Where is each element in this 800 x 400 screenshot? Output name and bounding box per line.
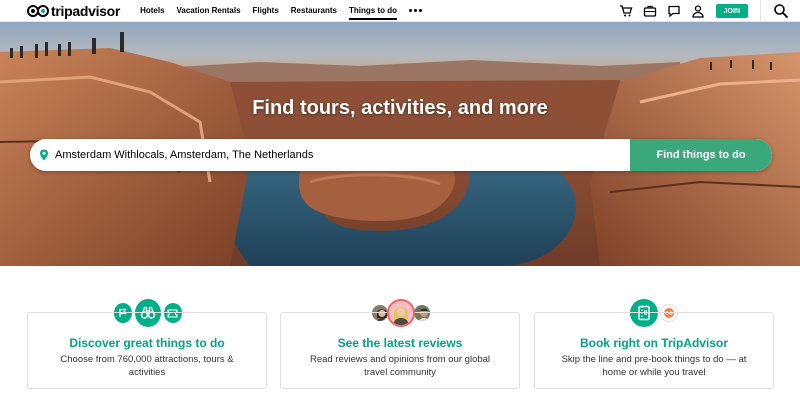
feature-description: Skip the line and pre-book things to do … (561, 354, 747, 378)
header-actions: JOIN (619, 0, 800, 22)
feature-title: Discover great things to do (69, 336, 225, 350)
nav-things-to-do[interactable]: Things to do (343, 0, 403, 22)
feature-description: Read reviews and opinions from our globa… (309, 354, 491, 378)
things-to-do-search-bar[interactable]: Amsterdam Withlocals, Amsterdam, The Net… (30, 139, 772, 171)
top-navigation-bar: tripadvisor Hotels Vacation Rentals Flig… (0, 0, 800, 22)
feature-description: Choose from 760,000 attractions, tours &… (60, 354, 234, 378)
features-section: Discover great things to do Choose from … (0, 266, 800, 400)
search-input[interactable]: Amsterdam Withlocals, Amsterdam, The Net… (55, 149, 630, 161)
nav-flights[interactable]: Flights (247, 0, 285, 22)
hero-banner: Find tours, activities, and more Amsterd… (0, 22, 800, 266)
tripadvisor-logo[interactable]: tripadvisor (27, 0, 120, 22)
header-search-button[interactable] (760, 0, 800, 22)
join-button[interactable]: JOIN (715, 4, 748, 18)
messages-icon[interactable] (667, 4, 681, 18)
trips-suitcase-icon[interactable] (643, 4, 657, 18)
feature-title: See the latest reviews (337, 336, 463, 350)
nav-vacation-rentals[interactable]: Vacation Rentals (171, 0, 247, 22)
nav-hotels[interactable]: Hotels (134, 0, 170, 22)
search-icon (773, 4, 788, 19)
owl-eyes-icon (27, 4, 49, 17)
profile-icon[interactable] (691, 4, 705, 18)
feature-card-discover[interactable]: Discover great things to do Choose from … (27, 312, 267, 389)
location-pin-icon (39, 149, 49, 161)
main-nav: Hotels Vacation Rentals Flights Restaura… (134, 0, 430, 22)
hero-title: Find tours, activities, and more (252, 97, 548, 119)
shopping-cart-icon[interactable] (619, 4, 633, 18)
nav-restaurants[interactable]: Restaurants (285, 0, 343, 22)
feature-title: Book right on TripAdvisor (579, 336, 728, 350)
logo-text: tripadvisor (51, 2, 121, 19)
more-dots-icon[interactable] (403, 0, 430, 22)
find-things-to-do-button[interactable]: Find things to do (630, 139, 772, 171)
feature-card-book[interactable]: Book right on TripAdvisor Skip the line … (534, 312, 774, 389)
reviewer-avatar-2 (387, 299, 415, 327)
